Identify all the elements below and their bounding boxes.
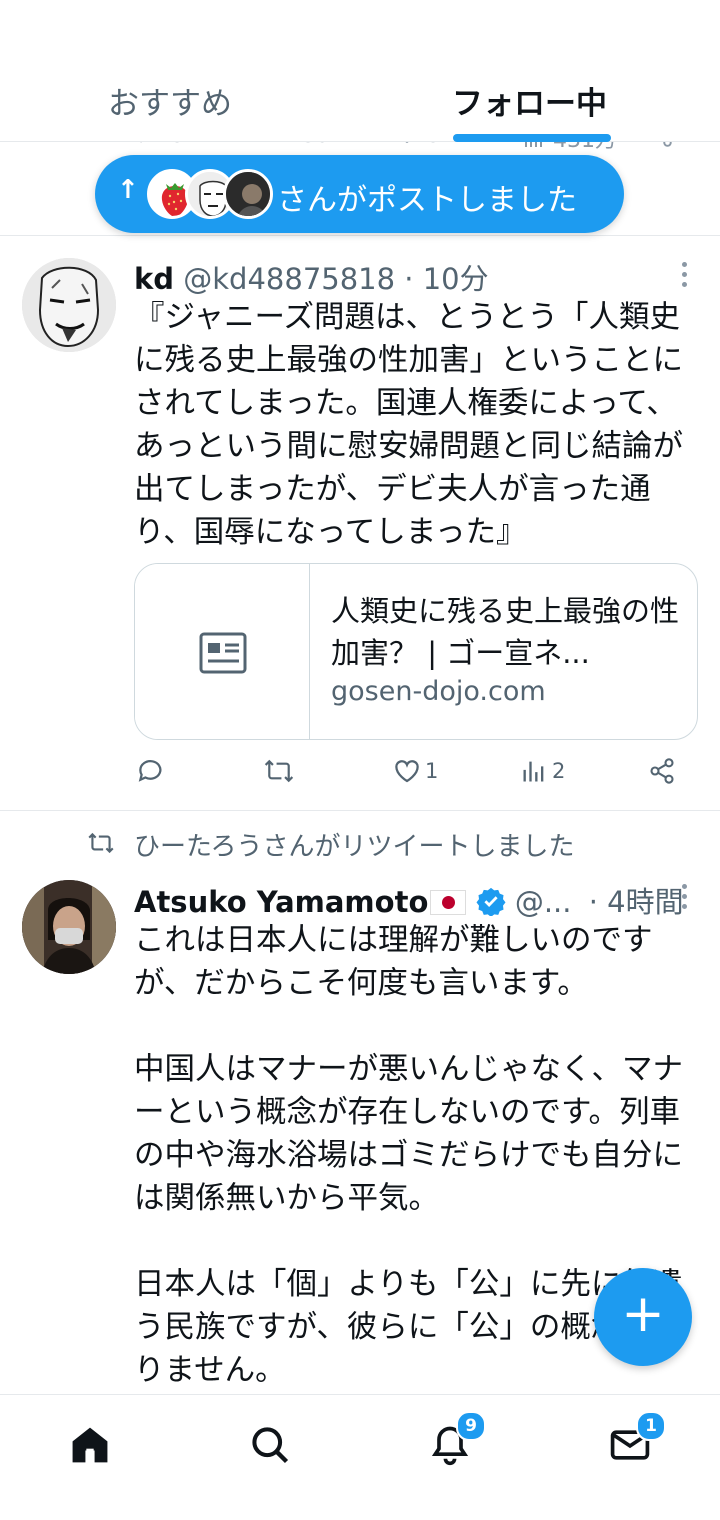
manga-face-icon (22, 258, 116, 352)
nav-notifications[interactable]: 9 (428, 1411, 486, 1467)
link-card[interactable]: 人類史に残る史上最強の性加害？ | ゴー宣ネ... gosen-dojo.com (134, 563, 698, 740)
share-icon (650, 758, 674, 784)
tweet-header: Atsuko Yamamoto @... · 4時間 (134, 879, 684, 921)
share-button[interactable] (648, 756, 676, 786)
like-button[interactable]: 1 (392, 756, 438, 786)
nav-home[interactable] (68, 1423, 112, 1467)
like-count: 1 (425, 759, 439, 783)
messages-badge: 1 (636, 1411, 666, 1441)
divider (0, 810, 720, 811)
verified-badge-icon (476, 887, 506, 916)
heart-icon (395, 760, 419, 783)
view-count: 2 (552, 759, 566, 783)
reply-button[interactable] (136, 756, 166, 786)
handle: @... (514, 885, 572, 919)
display-name[interactable]: kd (134, 262, 174, 296)
notifications-badge: 9 (456, 1411, 486, 1441)
views-icon (523, 761, 544, 782)
active-tab-indicator (453, 134, 611, 142)
new-posts-text: さんがポストしました (277, 183, 577, 218)
article-icon (199, 632, 247, 674)
avatar[interactable] (22, 880, 116, 974)
retweet-icon (264, 759, 294, 783)
card-domain: gosen-dojo.com (331, 676, 546, 707)
timestamp: · 4時間 (588, 885, 684, 919)
more-options-icon[interactable] (682, 262, 690, 292)
bottom-navigation: 9 1 (0, 1394, 720, 1520)
compose-post-button[interactable]: + (594, 1268, 692, 1366)
retweeted-by-text[interactable]: ひーたろうさんがリツイートしました (134, 826, 574, 863)
card-thumbnail (135, 564, 310, 739)
divider (0, 235, 720, 236)
new-posts-pill[interactable]: ↑ さんがポストしました (95, 155, 624, 233)
card-title: 人類史に残る史上最強の性加害？ | ゴー宣ネ... (331, 594, 680, 670)
avatar (223, 169, 273, 219)
avatar[interactable] (22, 258, 116, 352)
tweet-text: 『ジャニーズ問題は、とうとう「人類史に残る史上最強の性加害」ということにされてし… (134, 300, 683, 550)
person-photo-icon (22, 880, 116, 974)
nav-messages[interactable]: 1 (608, 1411, 666, 1467)
reply-icon (138, 760, 162, 782)
handle-and-time: @kd48875818 · 10分 (183, 262, 489, 296)
timeline-tabs: おすすめ フォロー中 (0, 0, 720, 142)
japan-flag-icon (430, 890, 467, 915)
plus-icon: + (621, 1284, 665, 1344)
more-options-icon[interactable] (682, 884, 690, 914)
search-icon (252, 1427, 289, 1464)
home-icon (72, 1427, 108, 1463)
views-button[interactable]: 2 (520, 756, 565, 786)
display-name[interactable]: Atsuko Yamamoto (134, 885, 428, 919)
tab-following[interactable]: フォロー中 (452, 78, 607, 123)
tab-recommended[interactable]: おすすめ (108, 78, 232, 123)
tweet-actions: 1 2 (0, 756, 720, 796)
tweet-header: kd @kd48875818 · 10分 (134, 256, 489, 298)
person-photo-icon (226, 172, 270, 216)
retweet-icon (88, 832, 114, 854)
nav-search[interactable] (248, 1423, 292, 1467)
retweet-button[interactable] (262, 756, 296, 786)
arrow-up-icon: ↑ (117, 175, 139, 205)
